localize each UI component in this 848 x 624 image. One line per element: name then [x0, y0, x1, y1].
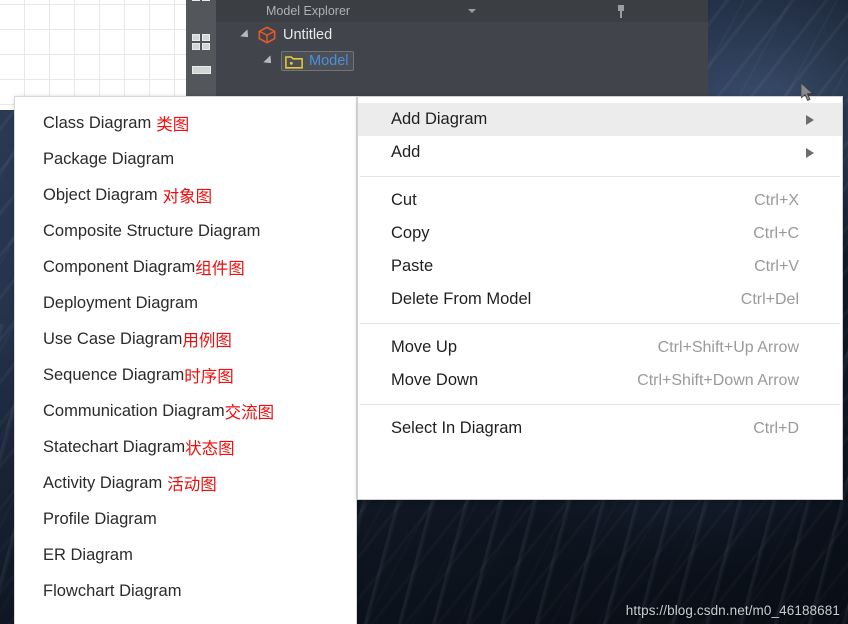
submenu-item-annotation: 活动图: [167, 475, 217, 494]
explorer-title: Model Explorer: [266, 4, 351, 18]
context-menu-item[interactable]: Cut Ctrl+X: [358, 184, 842, 217]
tree-selection-box[interactable]: Model: [281, 51, 354, 71]
tree-item-model[interactable]: Model: [216, 48, 354, 74]
submenu-item-label: Sequence Diagram: [43, 365, 185, 384]
menu-separator: [360, 404, 840, 405]
context-menu-item-label: Cut: [391, 191, 417, 209]
context-menu-item[interactable]: Move Up Ctrl+Shift+Up Arrow: [358, 331, 842, 364]
submenu-item[interactable]: Use Case Diagram 用例图: [15, 321, 356, 357]
submenu-item[interactable]: Component Diagram 组件图: [15, 249, 356, 285]
context-menu-item-label: Move Up: [391, 338, 458, 356]
submenu-item-label: Class Diagram: [43, 113, 152, 132]
submenu-item[interactable]: Flowchart Diagram: [15, 573, 356, 609]
tree-item-untitled[interactable]: Untitled: [216, 22, 332, 48]
context-menu-item-label: Select In Diagram: [391, 419, 523, 437]
expander-icon[interactable]: [240, 29, 252, 41]
submenu-item[interactable]: Composite Structure Diagram: [15, 213, 356, 249]
expander-icon[interactable]: [263, 55, 275, 67]
menu-separator: [360, 176, 840, 177]
context-menu-item-shortcut: Ctrl+Shift+Up Arrow: [657, 338, 799, 356]
submenu-item-annotation: 交流图: [224, 403, 275, 422]
context-menu-item-shortcut: Ctrl+V: [754, 257, 799, 275]
submenu-item[interactable]: Class Diagram 类图: [15, 105, 356, 141]
context-menu-item-label: Copy: [391, 224, 430, 242]
context-menu-item-shortcut: Ctrl+Shift+Down Arrow: [637, 371, 799, 389]
diagram-canvas[interactable]: [0, 0, 186, 110]
context-menu-item-label: Add: [391, 143, 421, 161]
submenu-item-label: Flowchart Diagram: [43, 581, 182, 600]
submenu-item-annotation: 时序图: [184, 367, 234, 386]
submenu-item[interactable]: Activity Diagram 活动图: [15, 465, 356, 501]
explorer-toolbar: [186, 0, 216, 107]
submenu-item-label: Activity Diagram: [43, 473, 163, 492]
context-menu-item-label: Paste: [391, 257, 434, 275]
submenu-item[interactable]: Deployment Diagram: [15, 285, 356, 321]
context-menu-item[interactable]: Copy Ctrl+C: [358, 217, 842, 250]
submenu-item-label: Component Diagram: [43, 257, 196, 276]
submenu-item-label: Use Case Diagram: [43, 329, 183, 348]
submenu-item-annotation: 用例图: [182, 331, 232, 350]
submenu-item-label: Statechart Diagram: [43, 437, 186, 456]
submenu-item-label: Deployment Diagram: [43, 293, 198, 312]
watermark-text: https://blog.csdn.net/m0_46188681: [625, 603, 840, 618]
submenu-item-label: Composite Structure Diagram: [43, 221, 261, 240]
submenu-item-annotation: 对象图: [162, 187, 213, 206]
submenu-item[interactable]: Sequence Diagram 时序图: [15, 357, 356, 393]
context-menu-item-shortcut: Ctrl+X: [754, 191, 799, 209]
submenu-item[interactable]: Communication Diagram 交流图: [15, 393, 356, 429]
submenu-item-annotation: 类图: [156, 115, 190, 134]
tree-item-label: Model: [309, 53, 349, 69]
context-menu-item[interactable]: Paste Ctrl+V: [358, 250, 842, 283]
submenu-item[interactable]: Profile Diagram: [15, 501, 356, 537]
menu-separator: [360, 323, 840, 324]
context-menu-item-shortcut: Ctrl+C: [753, 224, 799, 242]
submenu-arrow-icon: [806, 147, 814, 158]
submenu-item-label: Object Diagram: [43, 185, 158, 204]
submenu-item[interactable]: ER Diagram: [15, 537, 356, 573]
folder-icon: [285, 54, 303, 69]
context-menu-item-shortcut: Ctrl+D: [753, 419, 799, 437]
cube-icon: [258, 26, 276, 44]
submenu-item-annotation: 状态图: [185, 439, 235, 458]
context-menu-item[interactable]: Delete From Model Ctrl+Del: [358, 283, 842, 316]
submenu-item-label: ER Diagram: [43, 545, 133, 564]
context-menu-item[interactable]: Add Diagram: [358, 103, 842, 136]
submenu-item[interactable]: Package Diagram: [15, 141, 356, 177]
chevron-down-icon[interactable]: [468, 9, 476, 13]
add-diagram-submenu: Class Diagram 类图 Package Diagram Object Dia…: [14, 96, 357, 624]
mouse-cursor: [800, 82, 815, 103]
tree-item-label: Untitled: [283, 27, 333, 43]
submenu-item-label: Profile Diagram: [43, 509, 157, 528]
desktop-screen: Model Explorer Untitled Model Class Diag…: [0, 0, 848, 624]
context-menu-item[interactable]: Select In Diagram Ctrl+D: [358, 412, 842, 445]
submenu-arrow-icon: [806, 114, 814, 125]
context-menu-item[interactable]: Add: [358, 136, 842, 169]
submenu-item-label: Package Diagram: [43, 149, 175, 168]
context-menu-item-label: Add Diagram: [391, 110, 488, 128]
submenu-item-label: Communication Diagram: [43, 401, 225, 420]
context-menu: Add Diagram Add Cut Ctrl+X Copy Ctrl+C Paste Ct…: [357, 96, 843, 500]
submenu-item-annotation: 组件图: [195, 259, 245, 278]
pin-icon[interactable]: [616, 5, 626, 18]
grid-view-icon[interactable]: [192, 0, 212, 18]
explorer-header: Model Explorer: [216, 0, 708, 22]
submenu-item[interactable]: Statechart Diagram 状态图: [15, 429, 356, 465]
submenu-item[interactable]: Object Diagram 对象图: [15, 177, 356, 213]
context-menu-item-shortcut: Ctrl+Del: [740, 290, 799, 308]
grid-view-icon[interactable]: [192, 34, 212, 50]
context-menu-item-label: Move Down: [391, 371, 479, 389]
context-menu-item-label: Delete From Model: [391, 290, 532, 308]
model-explorer-panel: Model Explorer Untitled Model: [186, 0, 708, 107]
context-menu-item[interactable]: Move Down Ctrl+Shift+Down Arrow: [358, 364, 842, 397]
list-view-icon[interactable]: [192, 66, 212, 82]
